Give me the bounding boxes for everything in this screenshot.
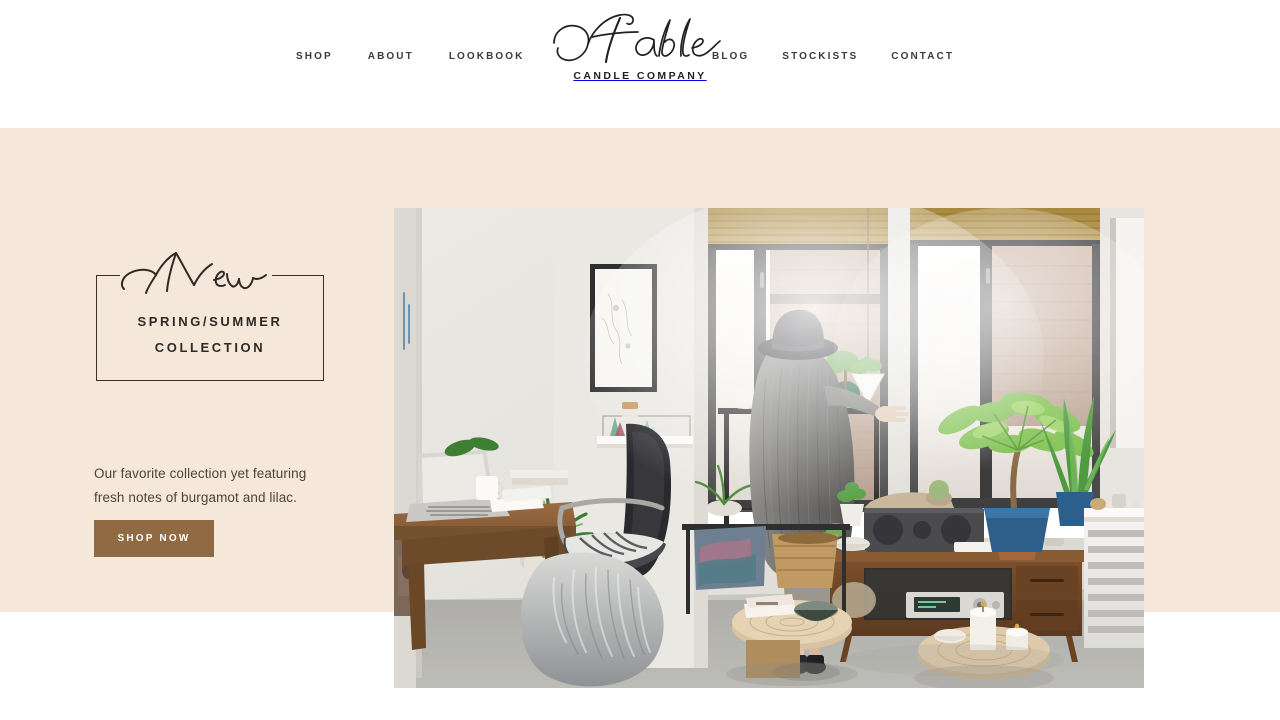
badge-text-lines: SPRING/SUMMER COLLECTION [96, 309, 324, 361]
nav-item-stockists[interactable]: STOCKISTS [782, 50, 858, 64]
primary-navigation: SHOP ABOUT LOOKBOOK CANDLE COMPANY BLOG … [0, 0, 1280, 128]
badge-line-collection: COLLECTION [154, 340, 266, 355]
badge-script-new [114, 247, 284, 301]
site-header: SHOP ABOUT LOOKBOOK CANDLE COMPANY BLOG … [0, 0, 1280, 128]
collection-badge: SPRING/SUMMER COLLECTION [96, 252, 324, 381]
shop-now-button[interactable]: SHOP NOW [94, 520, 214, 557]
nav-item-contact[interactable]: CONTACT [891, 50, 954, 64]
nav-item-blog[interactable]: BLOG [712, 50, 749, 64]
nav-group-right: BLOG STOCKISTS CONTACT [712, 50, 954, 64]
nav-item-shop[interactable]: SHOP [296, 50, 333, 64]
brand-logo[interactable]: CANDLE COMPANY [490, 10, 790, 82]
hero-description: Our favorite collection yet featuring fr… [94, 465, 307, 505]
hero-copy-column: SPRING/SUMMER COLLECTION Our favorite co… [94, 128, 344, 612]
hero-photo [394, 208, 1144, 688]
hero-section: SPRING/SUMMER COLLECTION Our favorite co… [0, 128, 1280, 688]
brand-tagline: CANDLE COMPANY [573, 70, 707, 82]
badge-line-season: SPRING/SUMMER [137, 314, 283, 329]
nav-item-about[interactable]: ABOUT [368, 50, 414, 64]
